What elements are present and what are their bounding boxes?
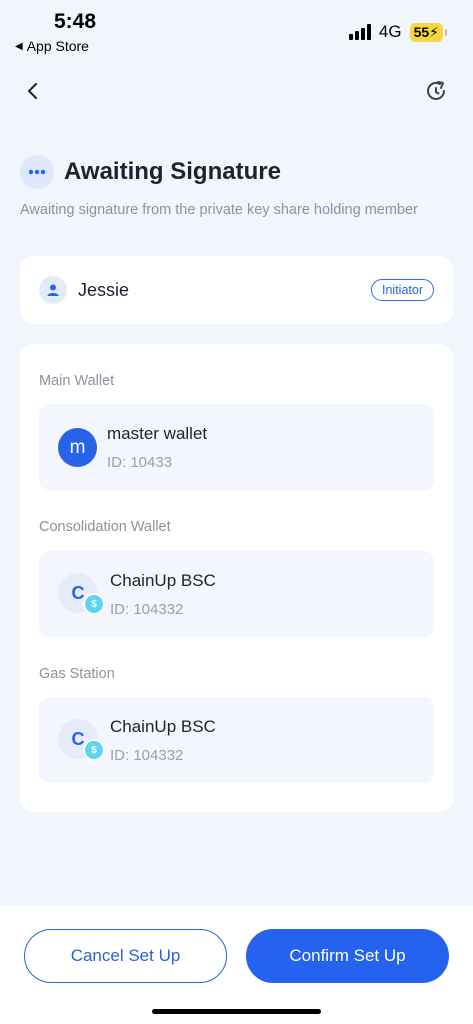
wallet-name: ChainUp BSC <box>110 571 216 590</box>
back-to-app-link[interactable]: ◀ App Store <box>15 38 89 54</box>
more-dots-icon <box>20 155 54 189</box>
bsc-coin-icon: $ <box>83 739 105 761</box>
consolidation-wallet-label: Consolidation Wallet <box>39 519 171 535</box>
wallet-id: ID: 10433 <box>107 454 173 471</box>
back-app-label: App Store <box>26 38 89 54</box>
main-wallet-label: Main Wallet <box>39 373 115 389</box>
wallet-id: ID: 104332 <box>110 747 184 764</box>
wallet-avatar: m <box>58 428 97 467</box>
initiator-badge: Initiator <box>371 279 434 301</box>
consolidation-wallet-item[interactable]: C $ ChainUp BSC ID: 104332 <box>39 551 434 637</box>
wallet-name: ChainUp BSC <box>110 717 216 736</box>
chevron-left-icon <box>28 83 37 99</box>
network-label: 4G <box>378 22 402 41</box>
status-bar: 5:48 ◀ App Store 4G 55⚡ <box>0 0 473 58</box>
home-indicator <box>152 1009 321 1014</box>
page-title: Awaiting Signature <box>64 158 281 185</box>
user-icon <box>39 276 67 304</box>
signal-icon <box>348 24 371 40</box>
refresh-button[interactable] <box>421 76 451 106</box>
initiator-card: Jessie Initiator <box>20 256 453 324</box>
wallet-id: ID: 104332 <box>110 601 184 618</box>
back-triangle-icon: ◀ <box>15 40 23 52</box>
status-indicators: 4G 55⚡ <box>348 22 448 42</box>
footer-bar: Cancel Set Up Confirm Set Up <box>0 905 473 1024</box>
battery-icon: 55⚡ <box>409 22 448 42</box>
wallet-name: master wallet <box>107 424 208 443</box>
wallets-card: Main Wallet m master wallet ID: 10433 Co… <box>20 344 453 812</box>
refresh-icon <box>427 81 445 100</box>
cancel-setup-button[interactable]: Cancel Set Up <box>24 929 227 983</box>
battery-level: 55 <box>413 23 430 40</box>
page-subtitle: Awaiting signature from the private key … <box>20 202 418 218</box>
initiator-name: Jessie <box>78 280 130 300</box>
gas-station-item[interactable]: C $ ChainUp BSC ID: 104332 <box>39 697 434 783</box>
bsc-coin-icon: $ <box>83 593 105 615</box>
gas-station-label: Gas Station <box>39 666 115 682</box>
main-wallet-item[interactable]: m master wallet ID: 10433 <box>39 404 434 490</box>
back-button[interactable] <box>18 76 48 106</box>
status-time: 5:48 <box>54 10 97 33</box>
confirm-setup-button[interactable]: Confirm Set Up <box>246 929 449 983</box>
